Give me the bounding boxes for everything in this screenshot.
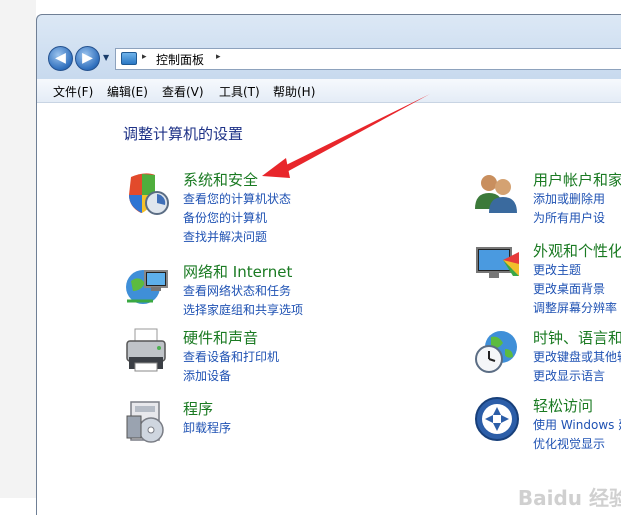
shield-icon[interactable] — [123, 169, 171, 217]
category-link[interactable]: 查看您的计算机状态 — [183, 190, 291, 207]
breadcrumb-separator-icon[interactable]: ▸ — [216, 52, 221, 62]
category-link[interactable]: 查找并解决问题 — [183, 228, 267, 245]
category-link[interactable]: 使用 Windows 建 — [533, 416, 621, 433]
category-link[interactable]: 更改键盘或其他输 — [533, 348, 621, 365]
category-link[interactable]: 添加设备 — [183, 367, 231, 384]
category-link[interactable]: 选择家庭组和共享选项 — [183, 301, 303, 318]
navigation-bar: ◀ ▶ ▼ ▸ 控制面板 ▸ ▼ — [45, 45, 621, 75]
control-panel-window: ◀ ▶ ▼ ▸ 控制面板 ▸ ▼ 文件(F) 编辑(E) 查看(V) 工具(T)… — [36, 14, 621, 515]
globe-clock-icon[interactable] — [473, 327, 521, 375]
menu-edit[interactable]: 编辑(E) — [107, 83, 148, 100]
category-link[interactable]: 查看设备和打印机 — [183, 348, 279, 365]
menu-help[interactable]: 帮助(H) — [273, 83, 315, 100]
category-title[interactable]: 时钟、语言和 — [533, 327, 621, 348]
users-icon[interactable] — [473, 169, 521, 217]
back-arrow-icon: ◀ — [55, 50, 66, 66]
back-button[interactable]: ◀ — [48, 46, 73, 71]
category-link[interactable]: 更改桌面背景 — [533, 280, 605, 297]
category-link[interactable]: 调整屏幕分辨率 — [533, 299, 617, 316]
category-title[interactable]: 网络和 Internet — [183, 261, 292, 282]
printer-icon[interactable] — [123, 327, 171, 375]
category-title[interactable]: 外观和个性化 — [533, 240, 621, 261]
appearance-icon[interactable] — [473, 240, 521, 288]
category-link[interactable]: 更改主题 — [533, 261, 581, 278]
category-title[interactable]: 程序 — [183, 398, 213, 419]
category-link[interactable]: 卸载程序 — [183, 419, 231, 436]
recent-pages-dropdown-icon[interactable]: ▼ — [103, 53, 109, 62]
category-title[interactable]: 用户帐户和家 — [533, 169, 621, 190]
category-title[interactable]: 系统和安全 — [183, 169, 258, 190]
network-icon[interactable] — [123, 261, 171, 309]
watermark: Baidu 经验 — [517, 486, 621, 510]
category-link[interactable]: 更改显示语言 — [533, 367, 605, 384]
menu-bar: 文件(F) 编辑(E) 查看(V) 工具(T) 帮助(H) — [37, 79, 621, 103]
category-title[interactable]: 轻松访问 — [533, 395, 593, 416]
category-title[interactable]: 硬件和声音 — [183, 327, 258, 348]
control-panel-icon — [121, 52, 137, 65]
forward-button[interactable]: ▶ — [75, 46, 100, 71]
category-link[interactable]: 优化视觉显示 — [533, 435, 605, 452]
menu-view[interactable]: 查看(V) — [162, 83, 204, 100]
page-title: 调整计算机的设置 — [123, 125, 244, 143]
control-panel-content: 调整计算机的设置 系统和安全 查看您的计算机状态 备份您的计算机 查找并解决问题 — [37, 103, 621, 515]
desktop-background — [0, 0, 36, 498]
programs-icon[interactable] — [123, 398, 171, 446]
menu-file[interactable]: 文件(F) — [53, 83, 93, 100]
breadcrumb-separator-icon[interactable]: ▸ — [142, 52, 147, 62]
forward-arrow-icon: ▶ — [82, 50, 93, 66]
accessibility-icon[interactable] — [473, 395, 521, 443]
category-link[interactable]: 备份您的计算机 — [183, 209, 267, 226]
category-link[interactable]: 查看网络状态和任务 — [183, 282, 291, 299]
category-link[interactable]: 为所有用户设 — [533, 209, 605, 226]
address-bar[interactable]: ▸ 控制面板 ▸ ▼ — [115, 48, 621, 70]
breadcrumb-control-panel[interactable]: 控制面板 — [156, 51, 204, 68]
menu-tools[interactable]: 工具(T) — [219, 83, 260, 100]
category-link[interactable]: 添加或删除用 — [533, 190, 605, 207]
